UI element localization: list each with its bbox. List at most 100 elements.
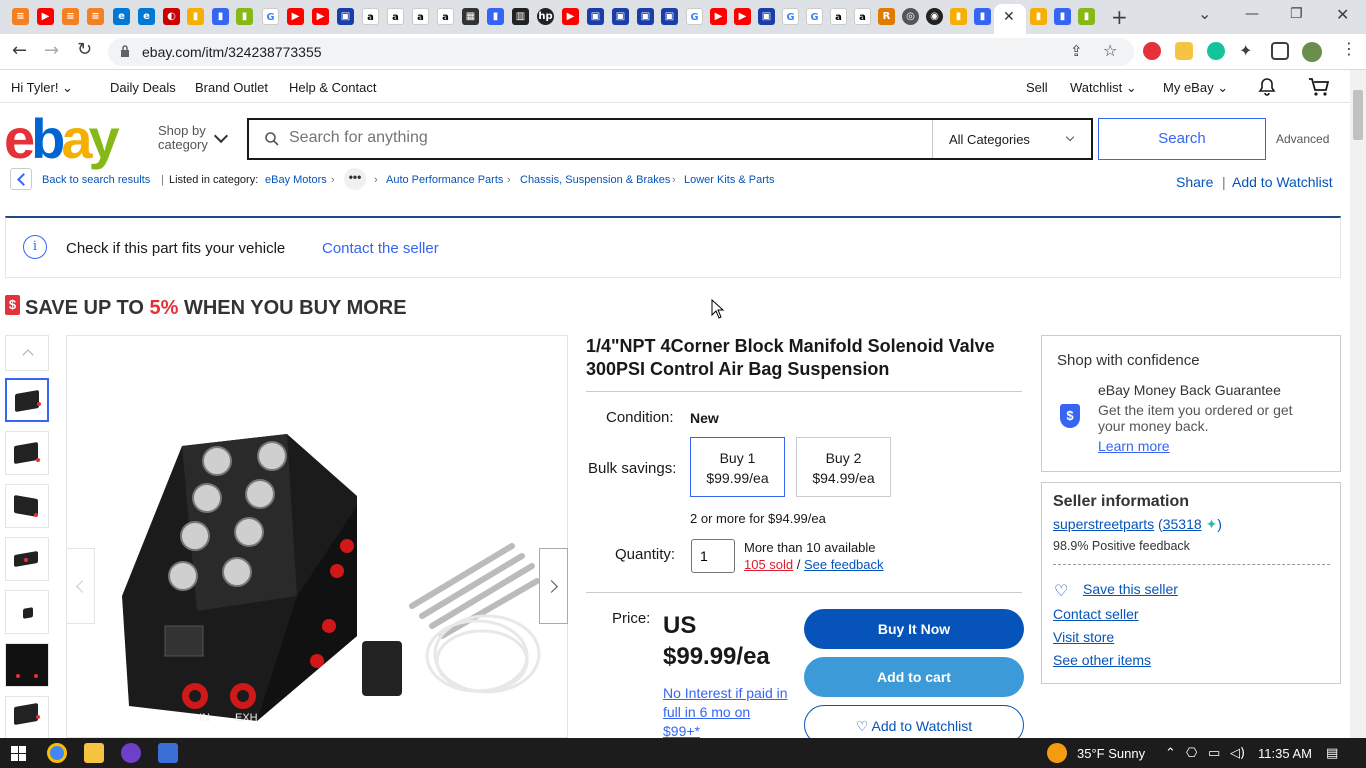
more-breadcrumbs-button[interactable]: ••• (344, 168, 366, 190)
see-other-items-link[interactable]: See other items (1053, 652, 1151, 668)
tab-favicon[interactable]: ≡ (12, 8, 29, 25)
thumbnail[interactable] (5, 378, 49, 422)
tab-favicon-amazon[interactable]: a (437, 8, 454, 25)
tab-favicon-ebay[interactable]: ▮ (487, 8, 504, 25)
add-to-watchlist-link[interactable]: Add to Watchlist (1232, 174, 1333, 190)
tab-favicon-ebay[interactable]: ▮ (1078, 8, 1095, 25)
tab-favicon-google[interactable]: G (686, 8, 703, 25)
contact-seller-link[interactable]: Contact seller (1053, 606, 1139, 622)
tab-favicon-youtube[interactable]: ▶ (312, 8, 329, 25)
tab-favicon-amazon[interactable]: a (362, 8, 379, 25)
display-icon[interactable]: ▭ (1208, 746, 1220, 761)
search-button[interactable]: Search (1098, 118, 1266, 160)
share-page-icon[interactable]: ⇪ (1070, 42, 1083, 60)
profile-avatar[interactable] (1302, 42, 1322, 62)
tab-favicon[interactable]: ▣ (337, 8, 354, 25)
app-taskbar-icon[interactable] (158, 743, 178, 763)
tab-favicon-amazon[interactable]: a (830, 8, 847, 25)
side-panel-icon[interactable] (1271, 42, 1289, 60)
daily-deals-link[interactable]: Daily Deals (110, 80, 176, 95)
help-contact-link[interactable]: Help & Contact (289, 80, 376, 95)
thumbnail[interactable] (5, 431, 49, 475)
tab-favicon[interactable]: ◐ (163, 8, 180, 25)
tab-favicon[interactable]: ▣ (661, 8, 678, 25)
bulk-option-buy-2[interactable]: Buy 2 $94.99/ea (796, 437, 891, 497)
tab-favicon-ebay[interactable]: ▮ (187, 8, 204, 25)
app-taskbar-icon[interactable] (121, 743, 141, 763)
tab-favicon-amazon[interactable]: a (412, 8, 429, 25)
tab-favicon[interactable]: ▣ (587, 8, 604, 25)
tab-favicon[interactable]: ▥ (512, 8, 529, 25)
watchlist-menu[interactable]: Watchlist ⌄ (1070, 80, 1137, 96)
greeting-menu[interactable]: Hi Tyler! ⌄ (11, 80, 73, 96)
save-seller-link[interactable]: Save this seller (1083, 581, 1178, 597)
adblock-extension-icon[interactable] (1143, 42, 1161, 60)
tab-favicon[interactable]: R (878, 8, 895, 25)
address-bar[interactable]: ebay.com/itm/324238773355 ⇪ ☆ (108, 38, 1134, 66)
next-image-button[interactable] (539, 548, 568, 624)
tab-favicon[interactable]: ▣ (758, 8, 775, 25)
page-scrollbar[interactable] (1350, 70, 1366, 738)
close-tab-icon[interactable]: ✕ (1003, 9, 1015, 25)
back-to-search-link[interactable]: Back to search results (42, 174, 150, 186)
tab-favicon-youtube[interactable]: ▶ (287, 8, 304, 25)
minimize-icon[interactable]: — (1245, 6, 1259, 22)
search-input[interactable] (289, 129, 889, 147)
tab-favicon-ebay[interactable]: ▮ (1030, 8, 1047, 25)
windows-start-icon[interactable] (11, 746, 26, 761)
tab-favicon-github[interactable]: ◉ (926, 8, 943, 25)
visit-store-link[interactable]: Visit store (1053, 629, 1114, 645)
seller-name-link[interactable]: superstreetparts (1053, 516, 1154, 532)
tab-favicon-google[interactable]: G (262, 8, 279, 25)
share-link[interactable]: Share (1176, 174, 1213, 190)
chrome-menu-icon[interactable]: ⋮ (1341, 39, 1357, 58)
url-text[interactable]: ebay.com/itm/324238773355 (142, 44, 322, 60)
my-ebay-menu[interactable]: My eBay ⌄ (1163, 80, 1228, 96)
tab-favicon-youtube[interactable]: ▶ (710, 8, 727, 25)
breadcrumb-item[interactable]: Lower Kits & Parts (684, 174, 774, 186)
notification-bell-icon[interactable] (1257, 77, 1277, 97)
ebay-logo[interactable]: ebay (4, 111, 120, 167)
weather-text[interactable]: 35°F Sunny (1077, 746, 1145, 761)
file-explorer-icon[interactable] (84, 743, 104, 763)
tab-favicon[interactable]: ▣ (637, 8, 654, 25)
tab-favicon[interactable]: ▦ (462, 8, 479, 25)
advanced-search-link[interactable]: Advanced (1276, 132, 1329, 146)
tab-favicon-hp[interactable]: hp (537, 8, 554, 25)
extension-icon[interactable] (1175, 42, 1193, 60)
heart-icon[interactable]: ♡ (1054, 581, 1068, 600)
tab-favicon[interactable]: e (113, 8, 130, 25)
no-interest-link[interactable]: No Interest if paid in full in 6 mo on $… (663, 684, 788, 741)
tab-favicon[interactable]: ▣ (612, 8, 629, 25)
network-icon[interactable]: ⎔ (1186, 746, 1197, 761)
tab-favicon-youtube[interactable]: ▶ (734, 8, 751, 25)
thumbnail[interactable] (5, 696, 49, 740)
tray-up-icon[interactable]: ⌃ (1165, 746, 1176, 761)
thumbnail[interactable] (5, 590, 49, 634)
back-icon[interactable]: ← (12, 40, 27, 61)
thumbnail-up-button[interactable] (5, 335, 49, 371)
cart-icon[interactable] (1308, 77, 1330, 97)
breadcrumb-item[interactable]: Auto Performance Parts (386, 174, 503, 186)
contact-seller-link[interactable]: Contact the seller (322, 240, 439, 257)
tab-favicon-amazon[interactable]: a (387, 8, 404, 25)
feedback-score-link[interactable]: 35318 (1163, 516, 1202, 532)
add-to-cart-button[interactable]: Add to cart (804, 657, 1024, 697)
restore-icon[interactable]: ❐ (1290, 6, 1303, 22)
thumbnail[interactable] (5, 484, 49, 528)
new-tab-button[interactable]: + (1111, 5, 1128, 29)
tab-favicon-google[interactable]: G (806, 8, 823, 25)
tab-favicon-google[interactable]: G (782, 8, 799, 25)
close-window-icon[interactable]: ✕ (1336, 5, 1349, 24)
brand-outlet-link[interactable]: Brand Outlet (195, 80, 268, 95)
tab-favicon-ebay[interactable]: ▮ (236, 8, 253, 25)
grammarly-extension-icon[interactable] (1207, 42, 1225, 60)
bulk-option-buy-1[interactable]: Buy 1 $99.99/ea (690, 437, 785, 497)
notifications-icon[interactable]: ▤ (1326, 746, 1338, 761)
tab-favicon-amazon[interactable]: a (854, 8, 871, 25)
tab-favicon-ebay[interactable]: ▮ (1054, 8, 1071, 25)
sell-link[interactable]: Sell (1026, 80, 1048, 95)
chrome-taskbar-icon[interactable] (47, 743, 67, 763)
active-tab[interactable]: ✕ (994, 4, 1026, 34)
scrollbar-thumb[interactable] (1353, 90, 1363, 140)
